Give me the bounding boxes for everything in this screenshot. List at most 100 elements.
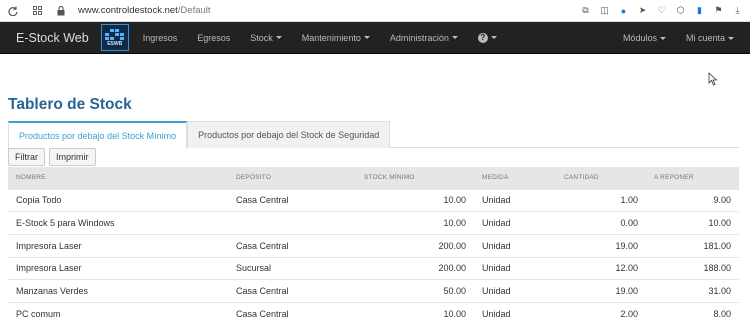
table-row[interactable]: Impresora Laser Sucursal 200.00 Unidad 12.00… bbox=[8, 257, 739, 280]
caret-down-icon bbox=[363, 36, 370, 39]
caret-down-icon bbox=[275, 36, 282, 39]
url-bar[interactable]: www.controldestock.net/Default bbox=[78, 5, 211, 16]
cell-nombre: PC comum bbox=[16, 309, 61, 320]
cell-cantidad: 2.00 bbox=[620, 309, 638, 320]
apps-grid-icon[interactable] bbox=[30, 4, 44, 18]
cell-cantidad: 1.00 bbox=[620, 195, 638, 206]
caret-down-icon bbox=[490, 36, 497, 39]
col-header-a-reponer[interactable]: A Reponer bbox=[646, 167, 739, 189]
cell-a-reponer: 31.00 bbox=[708, 286, 731, 297]
filter-button[interactable]: Filtrar bbox=[8, 148, 45, 166]
cell-deposito: Casa Central bbox=[236, 195, 289, 206]
nav-mi-cuenta-dropdown[interactable]: Mi cuenta bbox=[676, 22, 750, 54]
table-row[interactable]: Copia Todo Casa Central 10.00 Unidad 1.00 9.0… bbox=[8, 189, 739, 212]
cell-deposito: Casa Central bbox=[236, 240, 289, 251]
table-toolbar: Filtrar Imprimir bbox=[8, 148, 96, 166]
table-body: Copia Todo Casa Central 10.00 Unidad 1.00 9.0… bbox=[8, 189, 739, 325]
cell-nombre: Impresora Laser bbox=[16, 263, 82, 274]
cell-a-reponer: 188.00 bbox=[703, 263, 731, 274]
cell-cantidad: 12.00 bbox=[615, 263, 638, 274]
cell-nombre: Copia Todo bbox=[16, 195, 62, 206]
caret-down-icon bbox=[451, 36, 458, 39]
cell-stock-minimo: 50.00 bbox=[443, 286, 466, 297]
cell-medida: Unidad bbox=[482, 218, 511, 229]
cell-a-reponer: 181.00 bbox=[703, 240, 731, 251]
flag-icon[interactable]: ⚑ bbox=[712, 4, 725, 17]
cell-deposito: Casa Central bbox=[236, 309, 289, 320]
cell-medida: Unidad bbox=[482, 195, 511, 206]
cell-stock-minimo: 200.00 bbox=[438, 240, 466, 251]
question-circle-icon: ? bbox=[477, 32, 488, 43]
cell-nombre: E-Stock 5 para Windows bbox=[16, 218, 115, 229]
cell-deposito: Casa Central bbox=[236, 286, 289, 297]
table-row[interactable]: E-Stock 5 para Windows 10.00 Unidad 0.00 10.… bbox=[8, 211, 739, 235]
col-header-medida[interactable]: Medida bbox=[474, 167, 556, 189]
nav-administracion-dropdown[interactable]: Administración bbox=[380, 22, 468, 54]
cell-a-reponer: 9.00 bbox=[713, 195, 731, 206]
print-button[interactable]: Imprimir bbox=[49, 148, 96, 166]
nav-egresos[interactable]: Egresos bbox=[187, 22, 240, 54]
nav-label: Mantenimiento bbox=[301, 32, 361, 43]
shield-check-icon[interactable]: ● bbox=[617, 4, 630, 17]
nav-label: Egresos bbox=[197, 32, 231, 43]
stock-table: Nombre Depósito Stock Mínimo Medida Cant… bbox=[8, 167, 739, 325]
cell-cantidad: 19.00 bbox=[615, 240, 638, 251]
reload-icon[interactable] bbox=[6, 4, 20, 18]
table-header-row: Nombre Depósito Stock Mínimo Medida Cant… bbox=[8, 167, 739, 189]
main-navbar: E-Stock Web ESWB Ingresos Egresos Stock … bbox=[0, 22, 750, 54]
col-header-cantidad[interactable]: Cantidad bbox=[556, 167, 646, 189]
cell-nombre: Manzanas Verdes bbox=[16, 286, 89, 297]
camera-icon[interactable]: ◫ bbox=[598, 4, 611, 17]
heart-icon[interactable]: ♡ bbox=[655, 4, 668, 17]
cell-a-reponer: 10.00 bbox=[708, 218, 731, 229]
col-header-deposito[interactable]: Depósito bbox=[228, 167, 356, 189]
url-path: /Default bbox=[177, 5, 211, 16]
brand-link[interactable]: E-Stock Web bbox=[16, 31, 89, 45]
browser-toolbar: www.controldestock.net/Default ⧉ ◫ ● ➤ ♡… bbox=[0, 0, 750, 22]
nav-menu: Ingresos Egresos Stock Mantenimiento Adm… bbox=[133, 22, 507, 54]
nav-label: Ingresos bbox=[142, 32, 178, 43]
cell-a-reponer: 8.00 bbox=[713, 309, 731, 320]
table-row[interactable]: Impresora Laser Casa Central 200.00 Unidad 1… bbox=[8, 234, 739, 257]
lock-icon[interactable] bbox=[54, 4, 68, 18]
nav-help-dropdown[interactable]: ? bbox=[468, 22, 507, 54]
nav-label: Módulos bbox=[622, 33, 657, 43]
nav-right-menu: Módulos Mi cuenta bbox=[613, 22, 750, 54]
estock-logo-icon[interactable]: ESWB bbox=[100, 24, 129, 51]
cell-medida: Unidad bbox=[482, 286, 511, 297]
cell-stock-minimo: 200.00 bbox=[438, 263, 466, 274]
mouse-cursor-icon bbox=[708, 72, 718, 86]
nav-label: Stock bbox=[250, 32, 273, 43]
cell-deposito: Sucursal bbox=[236, 263, 272, 274]
cell-stock-minimo: 10.00 bbox=[443, 309, 466, 320]
cell-stock-minimo: 10.00 bbox=[443, 195, 466, 206]
col-header-nombre[interactable]: Nombre bbox=[8, 167, 228, 189]
stock-table-container: Nombre Depósito Stock Mínimo Medida Cant… bbox=[8, 167, 739, 325]
send-icon[interactable]: ➤ bbox=[636, 4, 649, 17]
nav-mantenimiento-dropdown[interactable]: Mantenimiento bbox=[292, 22, 380, 54]
cell-medida: Unidad bbox=[482, 240, 511, 251]
cell-medida: Unidad bbox=[482, 263, 511, 274]
page-title: Tablero de Stock bbox=[8, 96, 132, 113]
cell-stock-minimo: 10.00 bbox=[443, 218, 466, 229]
box-icon[interactable]: ⬡ bbox=[674, 4, 687, 17]
cell-nombre: Impresora Laser bbox=[16, 240, 82, 251]
nav-label: Mi cuenta bbox=[685, 33, 725, 43]
cell-cantidad: 19.00 bbox=[615, 286, 638, 297]
extension-icon[interactable]: ▮ bbox=[693, 4, 706, 17]
cell-medida: Unidad bbox=[482, 309, 511, 320]
caret-down-icon bbox=[728, 36, 734, 40]
tab-stock-seguridad[interactable]: Productos por debajo del Stock de Seguri… bbox=[187, 121, 391, 148]
tab-stock-minimo[interactable]: Productos por debajo del Stock Mínimo bbox=[8, 121, 188, 149]
url-domain: www.controldestock.net bbox=[78, 5, 178, 16]
nav-label: Administración bbox=[389, 32, 449, 43]
nav-ingresos[interactable]: Ingresos bbox=[133, 22, 188, 54]
table-row[interactable]: PC comum Casa Central 10.00 Unidad 2.00 8.00 bbox=[8, 302, 739, 325]
download-icon[interactable]: ⤓ bbox=[731, 4, 744, 17]
cell-deposito bbox=[228, 212, 356, 235]
table-row[interactable]: Manzanas Verdes Casa Central 50.00 Unidad 19… bbox=[8, 279, 739, 303]
nav-modulos-dropdown[interactable]: Módulos bbox=[613, 22, 676, 54]
col-header-stock-minimo[interactable]: Stock Mínimo bbox=[356, 167, 474, 189]
nav-stock-dropdown[interactable]: Stock bbox=[240, 22, 292, 54]
translate-icon[interactable]: ⧉ bbox=[579, 4, 592, 17]
